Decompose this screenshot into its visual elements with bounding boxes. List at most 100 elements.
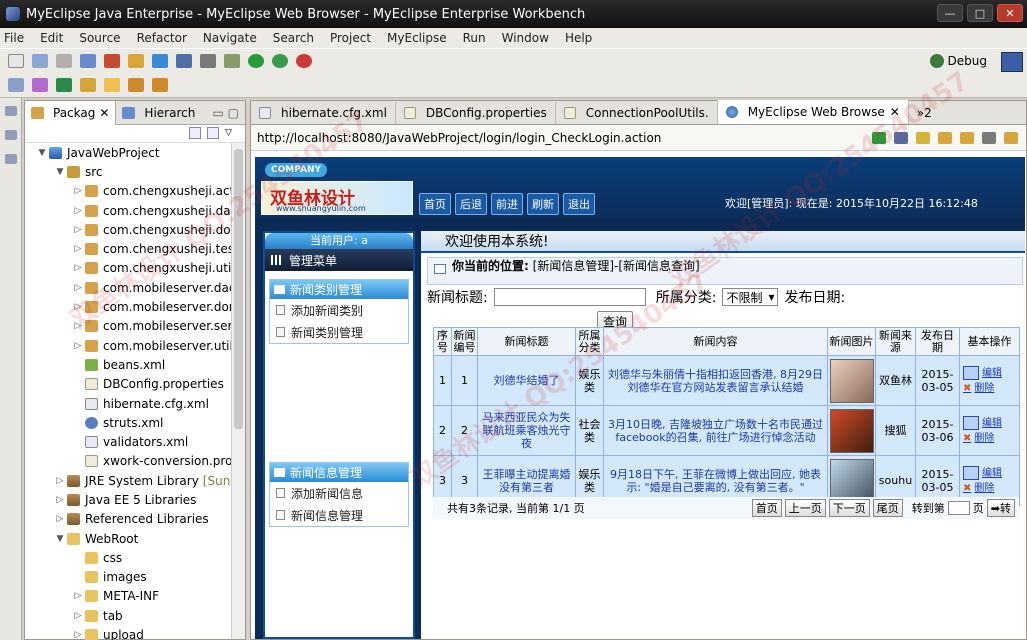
- tree-item[interactable]: ▷ com.mobileserver.dac: [25, 278, 245, 297]
- menu-refactor[interactable]: Refactor: [137, 31, 187, 45]
- edit-link[interactable]: 编辑: [963, 466, 1002, 480]
- server-icon[interactable]: [80, 53, 96, 68]
- menu-search[interactable]: Search: [273, 31, 314, 45]
- link-editor-icon[interactable]: [207, 127, 219, 139]
- expand-toggle-icon[interactable]: ▷: [73, 283, 83, 293]
- menu-edit[interactable]: Edit: [40, 31, 63, 45]
- expand-toggle-icon[interactable]: ▼: [37, 148, 47, 158]
- menu-navigate[interactable]: Navigate: [203, 31, 257, 45]
- database-icon[interactable]: [176, 53, 192, 68]
- tab-web-browser[interactable]: MyEclipse Web Browse ✕: [717, 100, 909, 124]
- debug-page-icon[interactable]: [894, 131, 908, 144]
- category-select[interactable]: 不限制 ▾: [722, 288, 779, 306]
- browser-icon[interactable]: [152, 53, 168, 68]
- tree-item[interactable]: hibernate.cfg.xml: [25, 394, 245, 413]
- tree-item[interactable]: ▷ com.mobileserver.util: [25, 336, 245, 355]
- annotation-icon[interactable]: [80, 77, 96, 92]
- menu-group-header[interactable]: 新闻类别管理: [270, 280, 408, 299]
- forward-icon[interactable]: [960, 131, 974, 144]
- refresh-icon[interactable]: [56, 77, 72, 92]
- expand-toggle-icon[interactable]: ▷: [73, 630, 83, 640]
- tree-item[interactable]: ▷ com.mobileserver.serv: [25, 317, 245, 336]
- page-number-input[interactable]: [947, 501, 970, 515]
- close-tab-icon[interactable]: ✕: [99, 106, 109, 120]
- delete-link[interactable]: ✖ 删除: [963, 482, 994, 495]
- delete-link[interactable]: ✖ 删除: [963, 432, 994, 445]
- go-button[interactable]: ➡转: [986, 499, 1015, 517]
- search-icon[interactable]: [32, 77, 48, 92]
- back-icon[interactable]: [938, 131, 952, 144]
- close-tab-icon[interactable]: ✕: [890, 105, 900, 119]
- expand-toggle-icon[interactable]: ▷: [73, 611, 83, 621]
- title-search-input[interactable]: [493, 288, 646, 306]
- collapse-all-icon[interactable]: [189, 127, 201, 139]
- pencil-icon[interactable]: [104, 77, 120, 92]
- nav-back[interactable]: 后退: [455, 193, 487, 215]
- save-icon[interactable]: [32, 53, 48, 68]
- menu-item-add-news[interactable]: 添加新闻信息: [270, 482, 408, 504]
- image-icon[interactable]: [200, 53, 216, 68]
- tree-item[interactable]: struts.xml: [25, 413, 245, 432]
- expand-toggle-icon[interactable]: ▷: [73, 302, 83, 312]
- maximize-button[interactable]: □: [967, 4, 993, 22]
- tree-item[interactable]: css: [25, 548, 245, 567]
- prev-page-button[interactable]: 上一页: [784, 499, 826, 517]
- tab-package-explorer[interactable]: Packag ✕: [25, 100, 117, 125]
- expand-toggle-icon[interactable]: ▷: [73, 244, 83, 254]
- deploy-icon[interactable]: [104, 53, 120, 68]
- edit-link[interactable]: 编辑: [963, 416, 1002, 430]
- new-icon[interactable]: [8, 53, 24, 68]
- tree-item[interactable]: ▼ JavaWebProject: [25, 143, 245, 162]
- menu-file[interactable]: File: [4, 31, 24, 45]
- tree-item[interactable]: ▷ com.chengxusheji.test: [25, 239, 245, 258]
- package-icon[interactable]: [128, 53, 144, 68]
- menu-item-manage-news[interactable]: 新闻信息管理: [270, 504, 408, 526]
- menu-project[interactable]: Project: [330, 31, 371, 45]
- settings-icon[interactable]: [224, 53, 240, 68]
- scrollbar-thumb[interactable]: [234, 149, 243, 429]
- nav-home[interactable]: 首页: [419, 193, 451, 215]
- tree-item[interactable]: ▷ com.chengxusheji.actic: [25, 182, 245, 201]
- expand-toggle-icon[interactable]: ▷: [55, 476, 65, 486]
- explorer-scrollbar[interactable]: [231, 143, 245, 639]
- debug-perspective-button[interactable]: Debug: [929, 54, 987, 68]
- minimize-view-icon[interactable]: ▭ ▢: [213, 106, 240, 120]
- first-page-button[interactable]: 首页: [751, 499, 782, 517]
- nav-refresh[interactable]: 刷新: [527, 193, 559, 215]
- close-button[interactable]: ✕: [997, 4, 1023, 22]
- tab-connectionpool[interactable]: ConnectionPoolUtils.: [556, 102, 718, 124]
- expand-toggle-icon[interactable]: ▼: [55, 534, 65, 544]
- tab-overflow[interactable]: »2: [909, 102, 940, 124]
- menu-run[interactable]: Run: [463, 31, 486, 45]
- back-icon[interactable]: [128, 77, 144, 92]
- menu-group-header[interactable]: 新闻信息管理: [270, 463, 408, 482]
- tree-item[interactable]: ▷ upload: [25, 625, 245, 640]
- nav-forward[interactable]: 前进: [491, 193, 523, 215]
- forward-icon[interactable]: [152, 77, 168, 92]
- console-icon[interactable]: [4, 154, 17, 164]
- delete-link[interactable]: ✖ 删除: [963, 382, 994, 395]
- expand-toggle-icon[interactable]: ▷: [73, 206, 83, 216]
- view-menu-icon[interactable]: ▽: [225, 127, 237, 139]
- menu-item-manage-category[interactable]: 新闻类别管理: [270, 321, 408, 343]
- refresh-icon[interactable]: [1004, 131, 1018, 144]
- tree-item[interactable]: beans.xml: [25, 355, 245, 374]
- menu-source[interactable]: Source: [79, 31, 120, 45]
- expand-toggle-icon[interactable]: ▷: [55, 495, 65, 505]
- menu-window[interactable]: Window: [502, 31, 549, 45]
- tree-item[interactable]: validators.xml: [25, 432, 245, 451]
- menu-item-add-category[interactable]: 添加新闻类别: [270, 299, 408, 321]
- go-icon[interactable]: [872, 131, 886, 144]
- last-page-button[interactable]: 尾页: [872, 499, 903, 517]
- expand-toggle-icon[interactable]: ▷: [73, 186, 83, 196]
- tree-item[interactable]: ▷ com.chengxusheji.don: [25, 220, 245, 239]
- tab-hibernate-cfg[interactable]: hibernate.cfg.xml: [251, 102, 396, 124]
- tree-item[interactable]: ▷ com.mobileserver.dor: [25, 297, 245, 316]
- tree-item[interactable]: ▷ com.chengxusheji.dao: [25, 201, 245, 220]
- run-icon[interactable]: [248, 53, 264, 68]
- edit-link[interactable]: 编辑: [963, 366, 1002, 380]
- url-input[interactable]: http://localhost:8080/JavaWebProject/log…: [257, 131, 872, 145]
- print-icon[interactable]: [56, 53, 72, 68]
- tree-item[interactable]: images: [25, 568, 245, 587]
- expand-toggle-icon[interactable]: ▷: [73, 225, 83, 235]
